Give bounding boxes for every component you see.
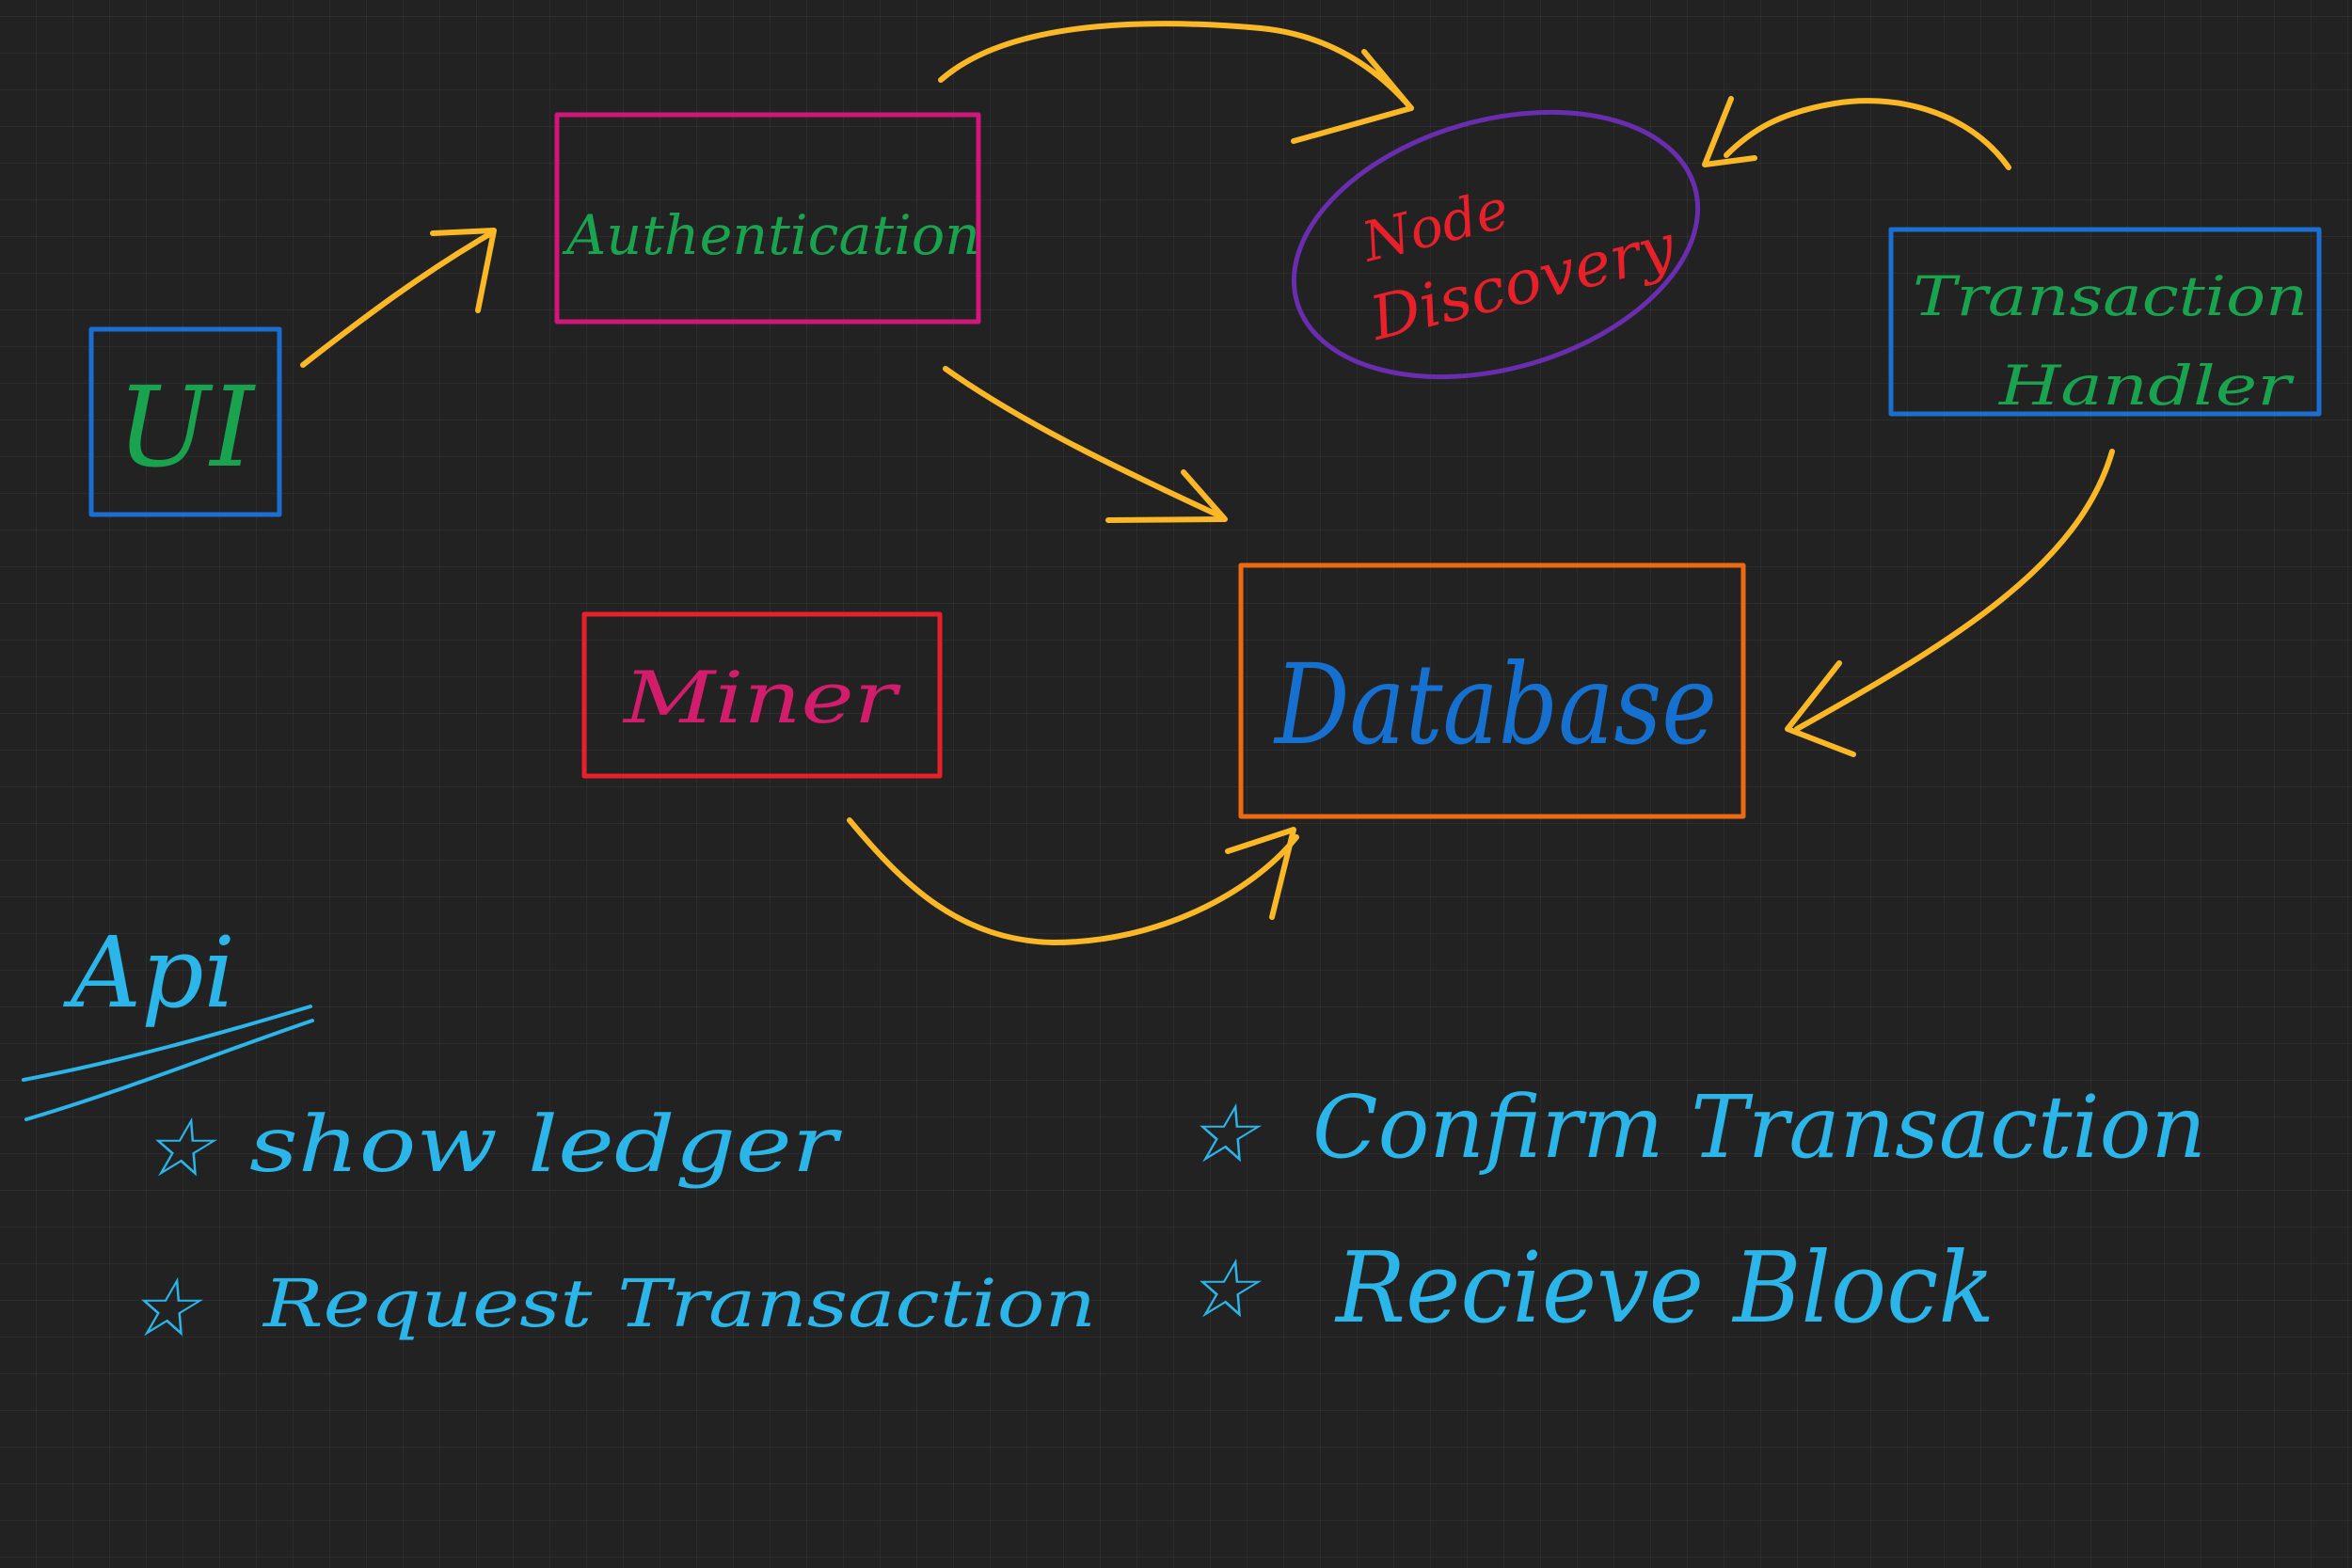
authentication-label: Authentication — [562, 203, 980, 267]
api-item-bullet-star-icon: ☆ — [141, 1101, 218, 1196]
api-item-request-transaction: ☆ Request Transaction — [127, 1261, 1096, 1355]
node-database[interactable]: Database — [1238, 562, 1746, 819]
api-title: Api — [63, 915, 235, 1030]
api-item-label: show ledger — [249, 1101, 843, 1190]
edge-transaction-handler-to-database — [1785, 449, 2115, 757]
edge-authentication-to-database — [943, 366, 1228, 523]
node-authentication[interactable]: Authentication — [554, 112, 981, 325]
miner-label: Miner — [622, 656, 902, 739]
node-transaction-handler[interactable]: Transaction Handler — [1888, 227, 2322, 418]
node-ui[interactable]: UI — [88, 326, 282, 517]
api-item-bullet-star-icon: ☆ — [1185, 1243, 1263, 1337]
api-item-label: Confirm Transaction — [1312, 1077, 2206, 1178]
edge-ui-to-authentication — [300, 228, 497, 368]
api-item-recieve-block: ☆ Recieve Block — [1185, 1230, 1994, 1345]
diagram-svg: UI Authentication Node Discovery Transac… — [22, 21, 2322, 1355]
transaction-handler-label-line2: Handler — [1998, 354, 2296, 418]
edge-transaction-handler-to-node-discovery — [1702, 96, 2011, 170]
edges — [300, 21, 2115, 945]
api-item-confirm-transaction: ☆ Confirm Transaction — [1185, 1077, 2206, 1181]
node-node-discovery[interactable]: Node Discovery — [1263, 68, 1729, 420]
api-item-bullet-star-icon: ☆ — [1185, 1087, 1263, 1181]
node-miner[interactable]: Miner — [581, 611, 943, 779]
ui-label: UI — [117, 362, 256, 492]
api-item-label: Recieve Block — [1334, 1230, 1994, 1345]
api-item-show-ledger: ☆ show ledger — [141, 1101, 843, 1196]
api-item-label: Request Transaction — [262, 1265, 1096, 1342]
edge-authentication-to-node-discovery — [938, 21, 1414, 144]
api-section: Api ☆ show ledger ☆ Confirm Transaction … — [22, 915, 2206, 1355]
api-item-bullet-star-icon: ☆ — [127, 1261, 204, 1355]
edge-miner-to-database — [847, 817, 1299, 945]
whiteboard-canvas[interactable]: UI Authentication Node Discovery Transac… — [0, 0, 2352, 1568]
database-label: Database — [1273, 640, 1717, 769]
transaction-handler-label-line1: Transaction — [1913, 264, 2308, 328]
